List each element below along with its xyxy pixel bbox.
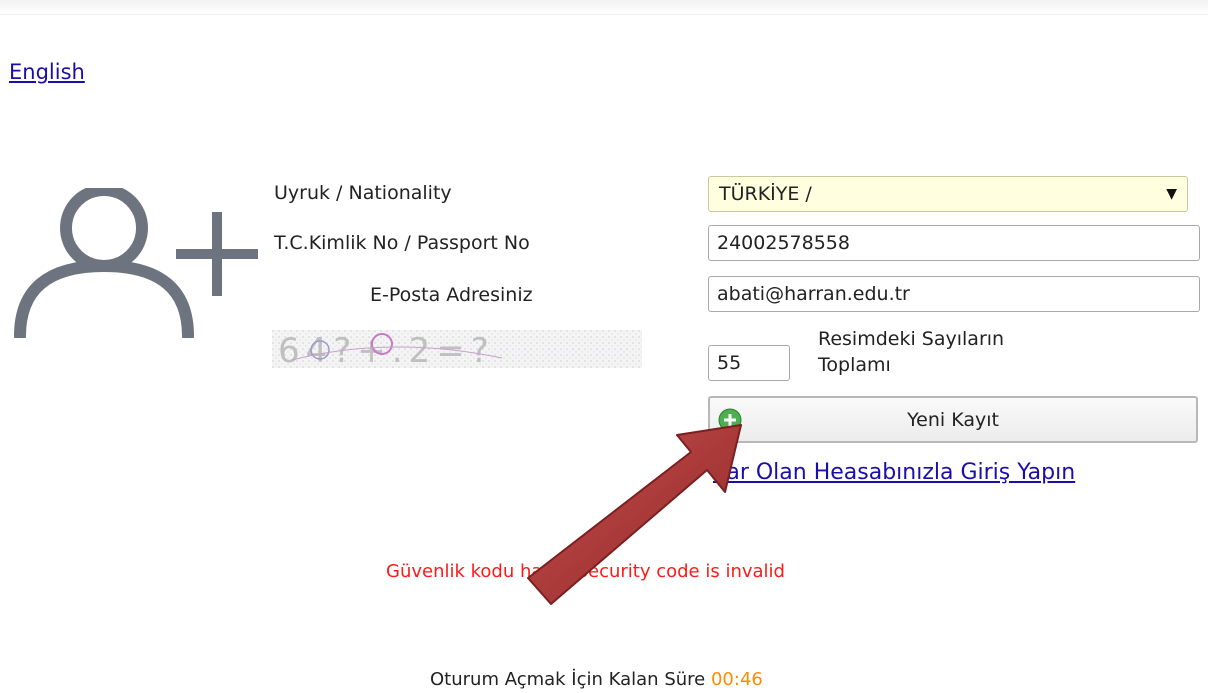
english-language-link[interactable]: English [9,60,85,84]
user-plus-icon [14,188,258,338]
new-registration-button[interactable]: Yeni Kayıt [708,396,1198,443]
nationality-select[interactable]: TÜRKİYE / ▼ [708,176,1188,212]
top-bar [0,0,1208,15]
nationality-label: Uyruk / Nationality [274,182,452,204]
nationality-selected-value: TÜRKİYE / [719,183,812,205]
captcha-label-line2: Toplamı [818,354,891,376]
session-timer: Oturum Açmak İçin Kalan Süre 00:46 [430,669,763,690]
id-number-input[interactable] [708,225,1200,261]
id-number-label: T.C.Kimlik No / Passport No [274,232,530,254]
email-input[interactable] [708,276,1200,312]
captcha-answer-input[interactable] [708,345,790,381]
session-timer-label: Oturum Açmak İçin Kalan Süre [430,669,706,690]
captcha-label-line1: Resimdeki Sayıların [818,328,1005,350]
email-label: E-Posta Adresiniz [370,284,533,306]
green-plus-circle-icon [718,408,742,432]
captcha-image: 64?+.2=? [272,330,642,368]
new-registration-label: Yeni Kayıt [907,408,999,431]
security-code-error: Güvenlik kodu hatalı/Security code is in… [386,561,785,582]
registration-page: English Uyruk / Nationality TÜRKİYE / ▼ … [0,0,1208,693]
existing-account-login-link[interactable]: Var Olan Heasabınızla Giriş Yapın [713,460,1075,485]
session-timer-value: 00:46 [710,669,763,690]
triangle-down-icon: ▼ [1166,186,1177,202]
